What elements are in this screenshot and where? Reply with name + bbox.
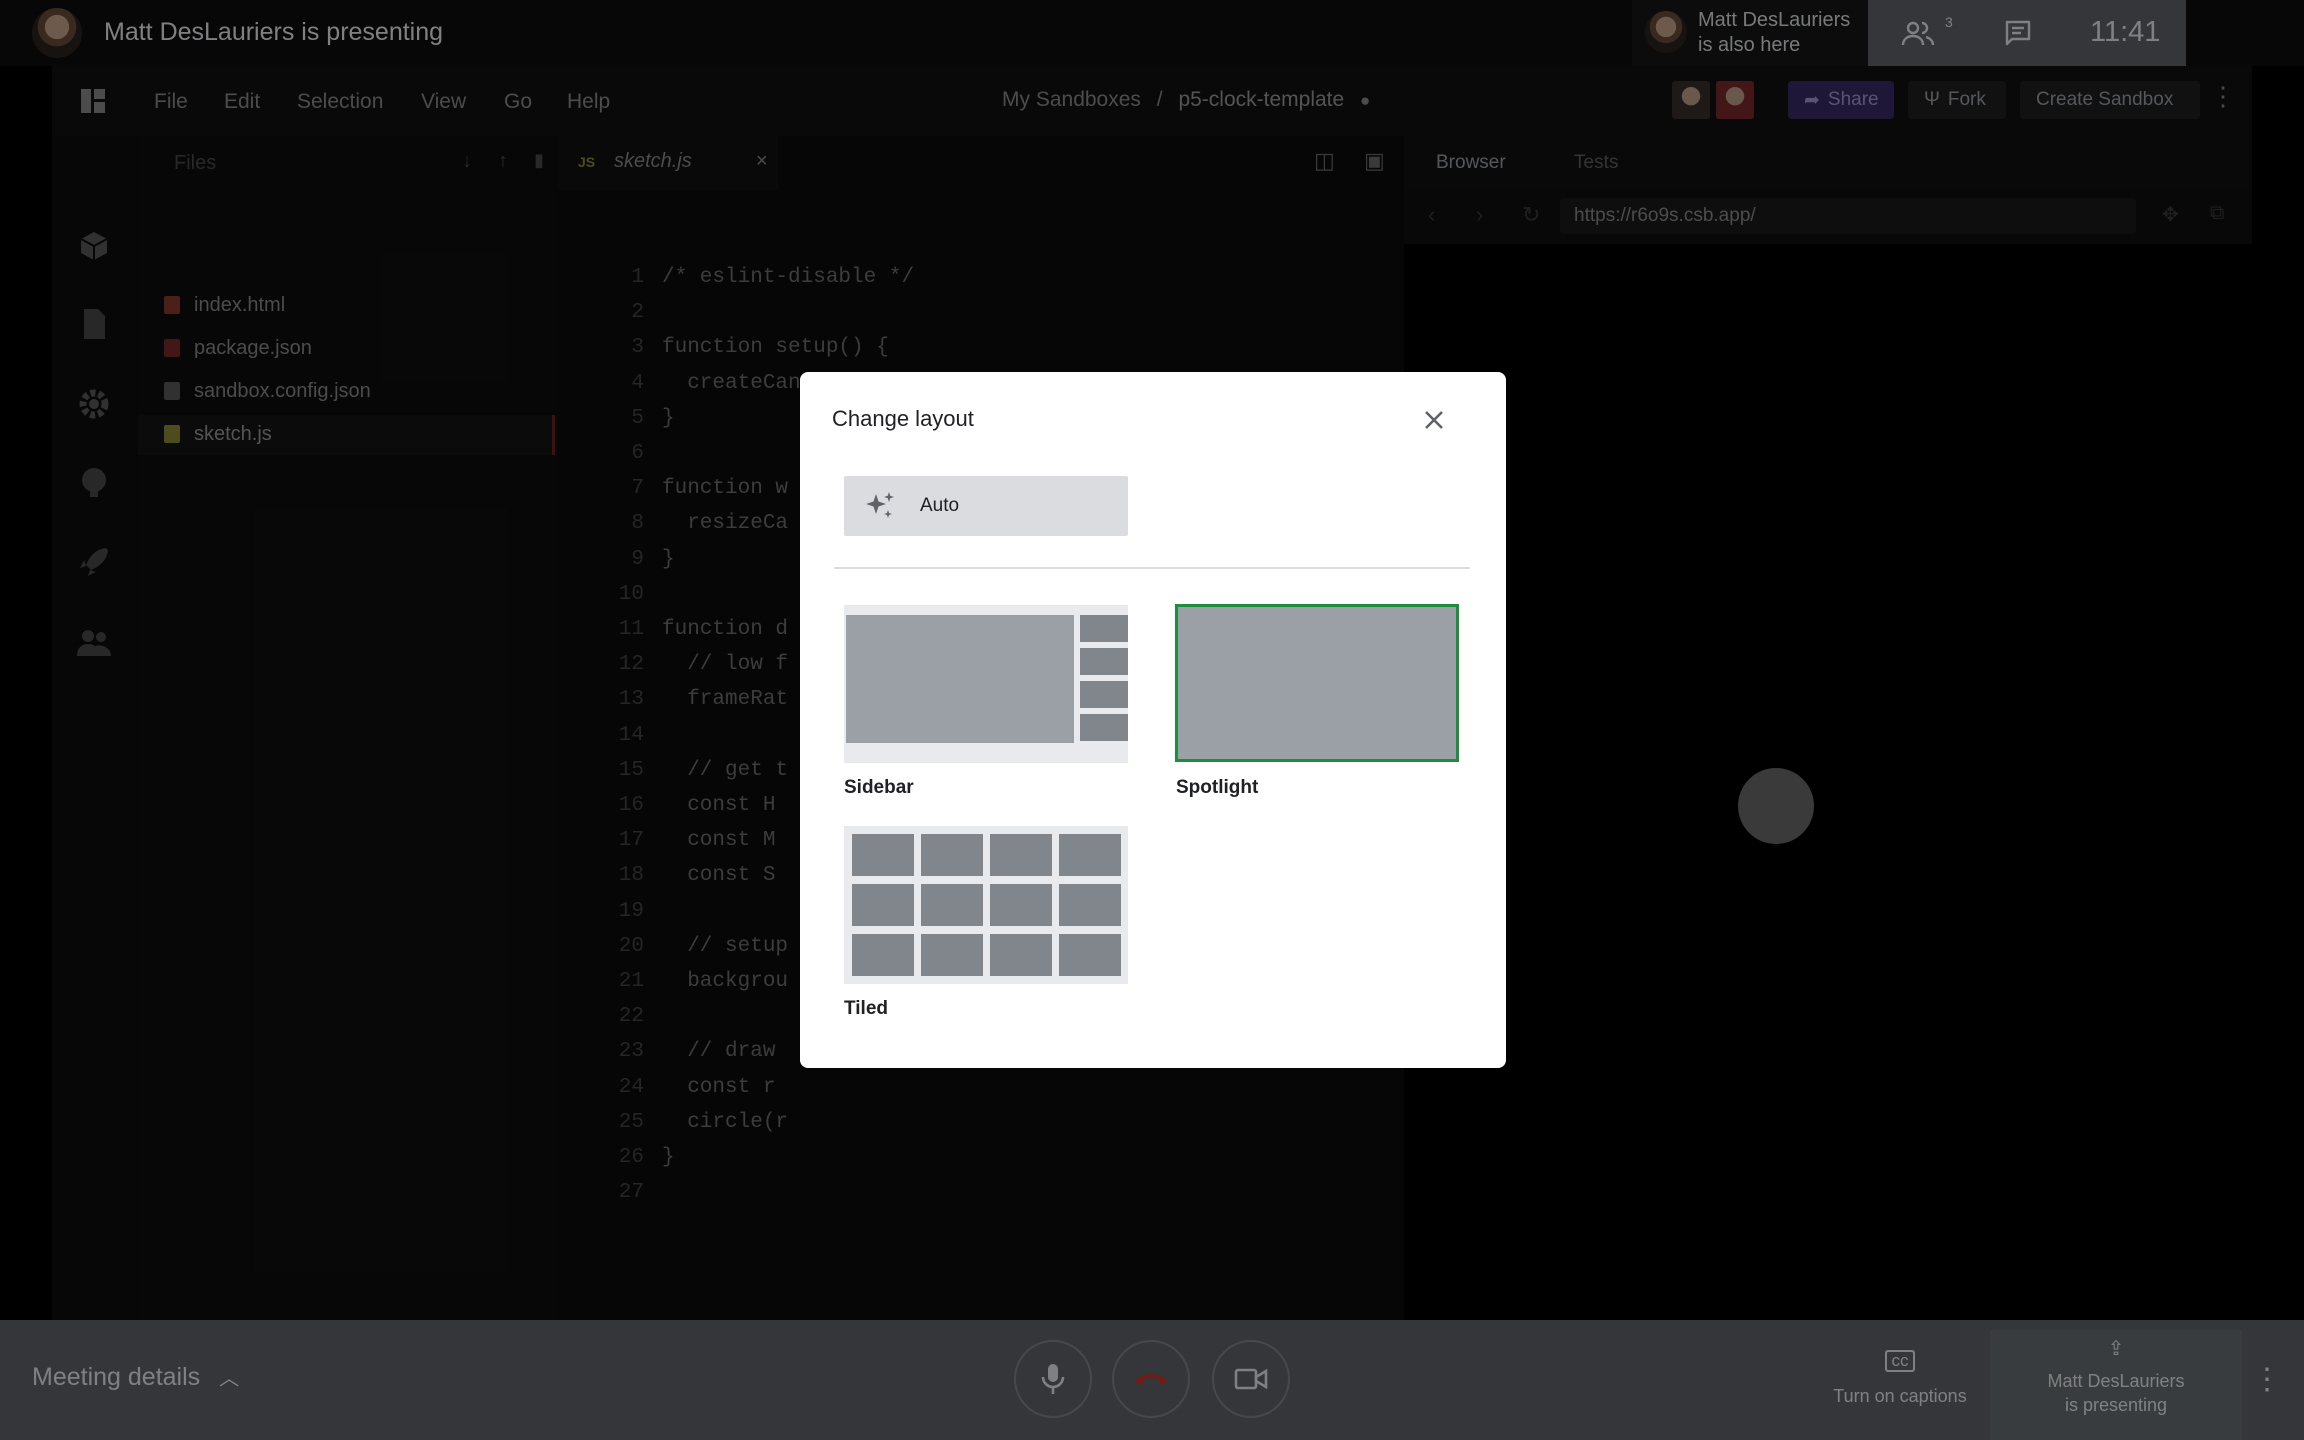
- layout-option-spotlight[interactable]: [1175, 604, 1459, 762]
- layout-option-sidebar[interactable]: [844, 605, 1128, 763]
- tiled-preview-tile: [1059, 934, 1121, 976]
- change-layout-dialog: Change layout Auto Sidebar Spotlight Til…: [800, 372, 1506, 1068]
- tiled-preview-tile: [1059, 834, 1121, 876]
- spotlight-label: Spotlight: [1176, 777, 1259, 798]
- sidebar-preview-tile: [1080, 615, 1128, 642]
- tiled-preview-tile: [852, 934, 914, 976]
- dialog-title: Change layout: [832, 406, 974, 431]
- sidebar-label: Sidebar: [844, 777, 914, 798]
- sidebar-preview-tile: [1080, 648, 1128, 675]
- tiled-preview-tile: [990, 834, 1052, 876]
- tiled-preview-tile: [921, 834, 983, 876]
- tiled-preview-tile: [1059, 884, 1121, 926]
- sparkle-icon: [866, 492, 894, 518]
- tiled-preview-tile: [852, 884, 914, 926]
- tiled-preview-tile: [852, 834, 914, 876]
- close-icon: [1425, 411, 1443, 429]
- tiled-preview-tile: [990, 884, 1052, 926]
- tiled-preview-tile: [990, 934, 1052, 976]
- sidebar-preview-main: [846, 615, 1074, 743]
- layout-option-auto[interactable]: Auto: [844, 476, 1128, 536]
- sidebar-preview-tile: [1080, 714, 1128, 741]
- tiled-preview-tile: [921, 934, 983, 976]
- divider: [834, 567, 1470, 569]
- tiled-preview-tile: [921, 884, 983, 926]
- auto-label: Auto: [920, 495, 960, 516]
- sidebar-preview-tile: [1080, 681, 1128, 708]
- tiled-label: Tiled: [844, 998, 888, 1019]
- layout-option-tiled[interactable]: [844, 826, 1128, 984]
- close-dialog-button[interactable]: [1416, 402, 1452, 438]
